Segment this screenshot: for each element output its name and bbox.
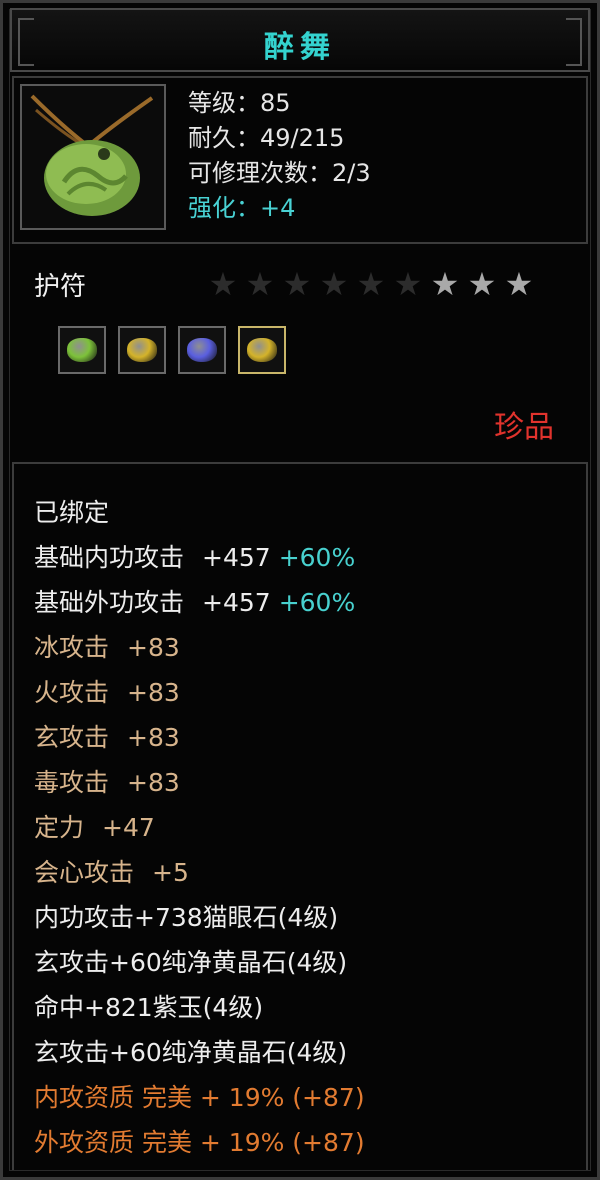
attribute-row: 会心攻击 +5 xyxy=(34,850,365,895)
attribute-row: 内攻资质 完美 + 19% (+87) xyxy=(34,1075,365,1120)
gem-slot[interactable] xyxy=(178,326,226,374)
attribute-label: 玄攻击+60纯净黄晶石(4级) xyxy=(34,1038,348,1067)
gem-slot[interactable] xyxy=(58,326,106,374)
attribute-label: 会心攻击 xyxy=(34,858,135,887)
attribute-row: 火攻击 +83 xyxy=(34,670,365,715)
attribute-row: 外攻资质 完美 + 19% (+87) xyxy=(34,1120,365,1165)
attribute-label: 命中+821紫玉(4级) xyxy=(34,993,264,1022)
attribute-value: +83 xyxy=(127,678,180,707)
attribute-label: 冰攻击 xyxy=(34,633,110,662)
attribute-label: 外攻资质 完美 + 19% (+87) xyxy=(34,1128,365,1157)
item-type: 护符 xyxy=(34,272,87,302)
attribute-row: 已绑定 xyxy=(34,490,365,535)
stat-level: 等级：85 xyxy=(188,89,291,117)
star-filled-icon: ★ xyxy=(430,265,460,303)
attribute-bonus: +60% xyxy=(278,588,356,617)
rarity-label: 珍品 xyxy=(494,410,554,445)
star-empty-icon: ★ xyxy=(319,265,349,303)
jade-pendant-icon xyxy=(30,94,154,216)
star-empty-icon: ★ xyxy=(208,265,238,303)
attribute-bonus: +60% xyxy=(278,543,356,572)
gem-sockets xyxy=(58,326,286,374)
attribute-label: 已绑定 xyxy=(34,498,110,527)
gem-slot[interactable] xyxy=(118,326,166,374)
attribute-row: 玄攻击+60纯净黄晶石(4级) xyxy=(34,940,365,985)
item-name: 醉舞 xyxy=(264,30,336,65)
green-gem-icon xyxy=(67,338,97,362)
attribute-value: +47 xyxy=(102,813,155,842)
attribute-label: 火攻击 xyxy=(34,678,110,707)
star-rating: ★ ★ ★ ★ ★ ★ ★ ★ ★ xyxy=(206,266,536,302)
yellow-gem-icon xyxy=(127,338,157,362)
star-filled-icon: ★ xyxy=(467,265,497,303)
attribute-label: 内功攻击+738猫眼石(4级) xyxy=(34,903,339,932)
stat-repair-count: 可修理次数：2/3 xyxy=(188,159,371,187)
attribute-row: 冰攻击 +83 xyxy=(34,625,365,670)
attribute-value: +83 xyxy=(127,768,180,797)
item-portrait xyxy=(20,84,166,230)
attribute-row: 玄攻击 +83 xyxy=(34,715,365,760)
attribute-label: 玄攻击 xyxy=(34,723,110,752)
purple-gem-icon xyxy=(187,338,217,362)
gem-slot[interactable] xyxy=(238,326,286,374)
attribute-list: 已绑定 基础内功攻击 +457 +60% 基础外功攻击 +457 +60% 冰攻击 +83 火攻击… xyxy=(34,490,365,1165)
title-bar: 醉舞 xyxy=(10,8,590,72)
attribute-value: +457 xyxy=(202,588,271,617)
star-filled-icon: ★ xyxy=(504,265,534,303)
item-stats: 等级：85 耐久：49/215 可修理次数：2/3 强化：+4 xyxy=(188,86,371,226)
attribute-label: 玄攻击+60纯净黄晶石(4级) xyxy=(34,948,348,977)
star-empty-icon: ★ xyxy=(393,265,423,303)
attribute-value: +5 xyxy=(152,858,189,887)
stat-enhancement: 强化：+4 xyxy=(188,194,296,222)
attribute-label: 基础内功攻击 xyxy=(34,543,185,572)
attribute-row: 命中+821紫玉(4级) xyxy=(34,985,365,1030)
attribute-label: 内攻资质 完美 + 19% (+87) xyxy=(34,1083,365,1112)
attribute-row: 基础内功攻击 +457 +60% xyxy=(34,535,365,580)
attribute-row: 玄攻击+60纯净黄晶石(4级) xyxy=(34,1030,365,1075)
attribute-label: 基础外功攻击 xyxy=(34,588,185,617)
star-empty-icon: ★ xyxy=(245,265,275,303)
attribute-row: 毒攻击 +83 xyxy=(34,760,365,805)
attribute-value: +83 xyxy=(127,723,180,752)
star-empty-icon: ★ xyxy=(282,265,312,303)
attribute-label: 毒攻击 xyxy=(34,768,110,797)
attribute-label: 定力 xyxy=(34,813,85,842)
star-empty-icon: ★ xyxy=(356,265,386,303)
attribute-row: 定力 +47 xyxy=(34,805,365,850)
yellow-gem-icon xyxy=(247,338,277,362)
stat-durability: 耐久：49/215 xyxy=(188,124,345,152)
attribute-value: +457 xyxy=(202,543,271,572)
attribute-row: 内功攻击+738猫眼石(4级) xyxy=(34,895,365,940)
attribute-row: 基础外功攻击 +457 +60% xyxy=(34,580,365,625)
attribute-value: +83 xyxy=(127,633,180,662)
